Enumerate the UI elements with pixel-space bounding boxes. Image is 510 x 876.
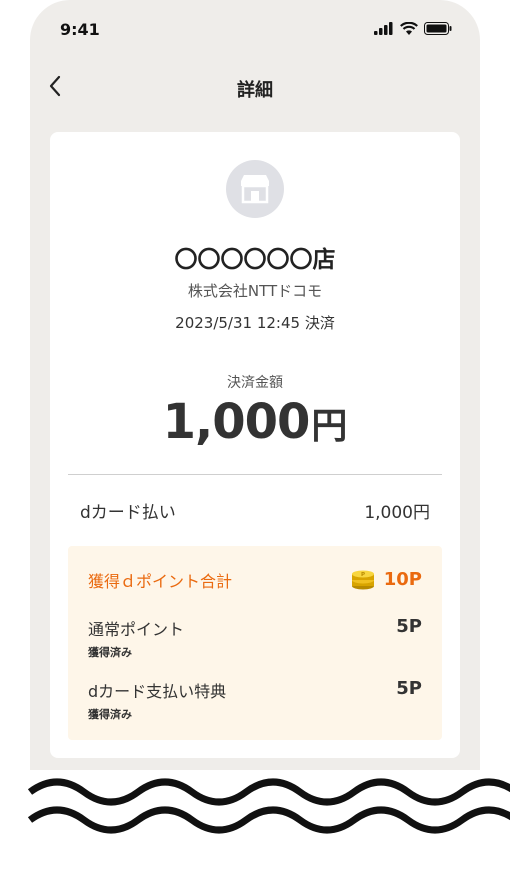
points-row-name: dカード支払い特典 [88,682,227,701]
shop-name: 〇〇〇〇〇〇店 [174,247,336,273]
points-row-status: 獲得済み [88,708,132,721]
points-total: P 10P [350,568,422,590]
points-total-label: 獲得ｄポイント合計 [88,572,233,591]
payment-datetime: 2023/5/31 12:45 決済 [175,314,335,332]
battery-icon [424,22,452,35]
points-row: 通常ポイント 獲得済み 5P [88,616,422,660]
points-row-value: 5P [396,616,422,637]
receipt-card: 〇〇〇〇〇〇店 株式会社NTTドコモ 2023/5/31 12:45 決済 決済… [50,132,460,758]
amount-label: 決済金額 [227,375,283,391]
cellular-signal-icon [374,22,393,35]
points-row-name: 通常ポイント [88,620,185,639]
status-icons [374,22,452,35]
phone-screen: 9:41 詳細 〇〇〇〇〇〇店 株式会社NTTドコモ 2023/5/31 12:… [30,0,480,872]
coin-stack-icon: P [351,570,374,590]
payment-method-label: dカード払い [80,503,176,523]
status-time: 9:41 [60,20,100,39]
payment-method-row: dカード払い 1,000円 [80,498,430,523]
page-title: 詳細 [237,80,273,101]
amount-unit: 円 [311,406,348,447]
payment-amount: 1,000円 [50,394,460,450]
points-total-value: 10P [383,568,422,590]
points-row: dカード支払い特典 獲得済み 5P [88,678,422,722]
company-name: 株式会社NTTドコモ [187,282,323,300]
svg-text:P: P [361,572,365,578]
wavy-cutoff [0,770,510,872]
amount-value: 1,000 [162,394,311,450]
points-summary: 獲得ｄポイント合計 P 10P 通常ポイント 獲得済み 5P dカード支払い特典… [68,546,442,740]
store-icon [226,160,284,218]
points-row-value: 5P [396,678,422,699]
points-row-status: 獲得済み [88,646,132,659]
wifi-icon [400,22,418,35]
divider [68,474,442,475]
points-total-row: 獲得ｄポイント合計 P 10P [88,568,422,592]
payment-method-amount: 1,000円 [364,503,430,523]
